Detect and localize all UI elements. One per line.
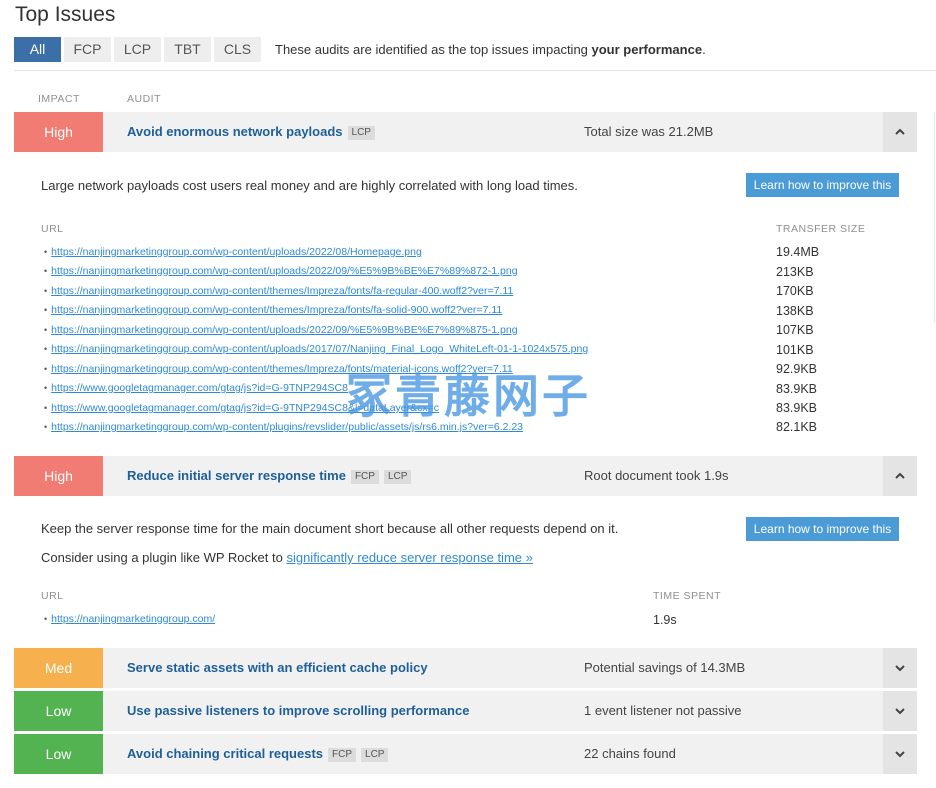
chevron-up-icon [895,472,905,479]
transfer-size-column-header: TRANSFER SIZE [776,223,866,235]
audit-title[interactable]: Reduce initial server response time FCP LC… [127,456,412,496]
audit-description: Keep the server response time for the ma… [41,521,619,536]
expand-toggle[interactable] [883,734,917,774]
transfer-size: 101KB [776,343,814,357]
list-item: • https://nanjingmarketinggroup.com/ [44,613,216,625]
resource-link[interactable]: https://nanjingmarketinggroup.com/wp-con… [51,421,523,433]
chevron-down-icon [895,665,905,672]
audit-title[interactable]: Serve static assets with an efficient ca… [127,648,428,688]
resource-link[interactable]: https://www.googletagmanager.com/gtag/js… [51,402,439,414]
resource-link[interactable]: https://www.googletagmanager.com/gtag/js… [51,382,348,394]
chevron-down-icon [895,708,905,715]
collapse-toggle[interactable] [883,456,917,496]
list-item: • https://nanjingmarketinggroup.com/wp-co… [44,246,422,258]
audit-title[interactable]: Avoid chaining critical requests FCP LCP [127,734,389,774]
transfer-size: 138KB [776,304,814,318]
tag-lcp: LCP [383,470,412,484]
filter-bar: All FCP LCP TBT CLS These audits are ide… [14,37,706,62]
impact-badge: High [14,456,103,496]
url-column-header: URL [41,223,64,235]
resource-link[interactable]: https://nanjingmarketinggroup.com/wp-con… [51,343,588,355]
filter-fcp-button[interactable]: FCP [64,37,111,62]
resource-link[interactable]: https://nanjingmarketinggroup.com/wp-con… [51,285,513,297]
list-item: • https://www.googletagmanager.com/gtag/j… [44,402,439,414]
wp-rocket-link[interactable]: significantly reduce server response tim… [286,550,532,565]
tag-lcp: LCP [347,126,375,140]
transfer-size: 83.9KB [776,401,818,415]
audit-value: Potential savings of 14.3MB [584,660,746,675]
filter-all-button[interactable]: All [14,37,61,62]
audit-row-network-payloads[interactable]: High Avoid enormous network payloads LCP … [14,112,917,152]
time-spent: 1.9s [653,613,677,627]
collapse-toggle[interactable] [883,112,917,152]
page-title: Top Issues [15,3,116,26]
tag-fcp: FCP [328,748,357,762]
audit-row-critical-requests[interactable]: Low Avoid chaining critical requests FCP L… [14,734,917,774]
list-item: • https://nanjingmarketinggroup.com/wp-co… [44,304,503,316]
list-item: • https://nanjingmarketinggroup.com/wp-co… [44,265,518,277]
expand-toggle[interactable] [883,691,917,731]
chevron-down-icon [895,751,905,758]
transfer-size: 82.1KB [776,420,818,434]
divider [14,70,936,71]
tag-lcp: LCP [361,748,389,762]
audit-column-header: AUDIT [127,93,161,105]
tag-fcp: FCP [350,470,379,484]
transfer-size: 170KB [776,284,814,298]
impact-badge: High [14,112,103,152]
filter-note: These audits are identified as the top i… [275,42,706,57]
resource-link[interactable]: https://nanjingmarketinggroup.com/ [51,613,215,625]
audit-row-passive-listeners[interactable]: Low Use passive listeners to improve scr… [14,691,917,731]
audit-title[interactable]: Avoid enormous network payloads LCP [127,112,375,152]
transfer-size: 92.9KB [776,362,818,376]
resource-link[interactable]: https://nanjingmarketinggroup.com/wp-con… [51,324,517,336]
learn-how-button[interactable]: Learn how to improve this [746,517,899,541]
impact-badge: Low [14,691,103,731]
list-item: • https://nanjingmarketinggroup.com/wp-co… [44,421,524,433]
list-item: • https://nanjingmarketinggroup.com/wp-co… [44,324,518,336]
audit-row-server-response[interactable]: High Reduce initial server response time… [14,456,917,496]
list-item: • https://nanjingmarketinggroup.com/wp-co… [44,343,589,355]
audit-value: Total size was 21.2MB [584,124,714,139]
expand-toggle[interactable] [883,648,917,688]
resource-link[interactable]: https://nanjingmarketinggroup.com/wp-con… [51,304,502,316]
impact-badge: Med [14,648,103,688]
transfer-size: 213KB [776,265,814,279]
audit-value: 1 event listener not passive [584,703,742,718]
audit-row-cache-policy[interactable]: Med Serve static assets with an efficien… [14,648,917,688]
audit-description: Large network payloads cost users real m… [41,178,578,193]
impact-column-header: IMPACT [38,93,80,105]
transfer-size: 107KB [776,323,814,337]
time-spent-column-header: TIME SPENT [653,590,722,602]
transfer-size: 19.4MB [776,245,820,259]
divider [934,112,935,322]
resource-link[interactable]: https://nanjingmarketinggroup.com/wp-con… [51,265,517,277]
learn-how-button[interactable]: Learn how to improve this [746,173,899,197]
url-column-header: URL [41,590,64,602]
resource-link[interactable]: https://nanjingmarketinggroup.com/wp-con… [51,246,422,258]
impact-badge: Low [14,734,103,774]
audit-title[interactable]: Use passive listeners to improve scrolli… [127,691,469,731]
transfer-size: 83.9KB [776,382,818,396]
audit-value: Root document took 1.9s [584,468,729,483]
filter-lcp-button[interactable]: LCP [114,37,161,62]
list-item: • https://nanjingmarketinggroup.com/wp-co… [44,363,513,375]
list-item: • https://nanjingmarketinggroup.com/wp-co… [44,285,514,297]
filter-tbt-button[interactable]: TBT [164,37,211,62]
resource-link[interactable]: https://nanjingmarketinggroup.com/wp-con… [51,363,513,375]
list-item: • https://www.googletagmanager.com/gtag/j… [44,382,348,394]
chevron-up-icon [895,128,905,135]
plugin-suggestion: Consider using a plugin like WP Rocket t… [41,550,533,565]
audit-value: 22 chains found [584,746,676,761]
filter-cls-button[interactable]: CLS [214,37,261,62]
